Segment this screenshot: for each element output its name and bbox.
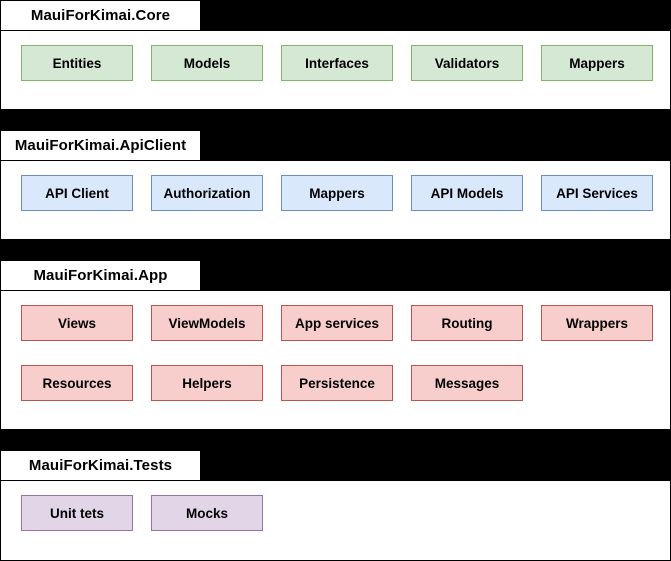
node-models[interactable]: Models bbox=[151, 45, 263, 81]
node-helpers[interactable]: Helpers bbox=[151, 365, 263, 401]
package-core-title: MauiForKimai.Core bbox=[0, 0, 201, 31]
package-app-body: Views ViewModels App services Routing Wr… bbox=[0, 290, 671, 430]
node-validators[interactable]: Validators bbox=[411, 45, 523, 81]
node-api-models[interactable]: API Models bbox=[411, 175, 523, 211]
node-interfaces[interactable]: Interfaces bbox=[281, 45, 393, 81]
node-messages[interactable]: Messages bbox=[411, 365, 523, 401]
package-tests: Unit tets Mocks MauiForKimai.Tests bbox=[0, 450, 671, 561]
package-tests-title: MauiForKimai.Tests bbox=[0, 450, 201, 481]
package-core-body: Entities Models Interfaces Validators Ma… bbox=[0, 30, 671, 110]
node-app-services[interactable]: App services bbox=[281, 305, 393, 341]
package-diagram: Entities Models Interfaces Validators Ma… bbox=[0, 0, 671, 561]
node-persistence[interactable]: Persistence bbox=[281, 365, 393, 401]
node-routing[interactable]: Routing bbox=[411, 305, 523, 341]
package-app-row-1: Resources Helpers Persistence Messages bbox=[1, 365, 671, 401]
package-apiclient-title: MauiForKimai.ApiClient bbox=[0, 130, 201, 161]
package-app-title: MauiForKimai.App bbox=[0, 260, 201, 291]
node-mocks[interactable]: Mocks bbox=[151, 495, 263, 531]
package-core: Entities Models Interfaces Validators Ma… bbox=[0, 0, 671, 110]
package-tests-body: Unit tets Mocks bbox=[0, 480, 671, 561]
node-api-services[interactable]: API Services bbox=[541, 175, 653, 211]
package-app: Views ViewModels App services Routing Wr… bbox=[0, 260, 671, 430]
node-unit-tests[interactable]: Unit tets bbox=[21, 495, 133, 531]
node-wrappers[interactable]: Wrappers bbox=[541, 305, 653, 341]
node-views[interactable]: Views bbox=[21, 305, 133, 341]
node-mappers-api[interactable]: Mappers bbox=[281, 175, 393, 211]
node-authorization[interactable]: Authorization bbox=[151, 175, 263, 211]
package-core-row-0: Entities Models Interfaces Validators Ma… bbox=[1, 45, 671, 81]
node-resources[interactable]: Resources bbox=[21, 365, 133, 401]
package-tests-row-0: Unit tets Mocks bbox=[1, 495, 671, 531]
package-apiclient-body: API Client Authorization Mappers API Mod… bbox=[0, 160, 671, 240]
package-apiclient-row-0: API Client Authorization Mappers API Mod… bbox=[1, 175, 671, 211]
package-app-row-0: Views ViewModels App services Routing Wr… bbox=[1, 305, 671, 341]
node-viewmodels[interactable]: ViewModels bbox=[151, 305, 263, 341]
package-apiclient: API Client Authorization Mappers API Mod… bbox=[0, 130, 671, 240]
node-mappers-core[interactable]: Mappers bbox=[541, 45, 653, 81]
node-api-client[interactable]: API Client bbox=[21, 175, 133, 211]
node-entities[interactable]: Entities bbox=[21, 45, 133, 81]
